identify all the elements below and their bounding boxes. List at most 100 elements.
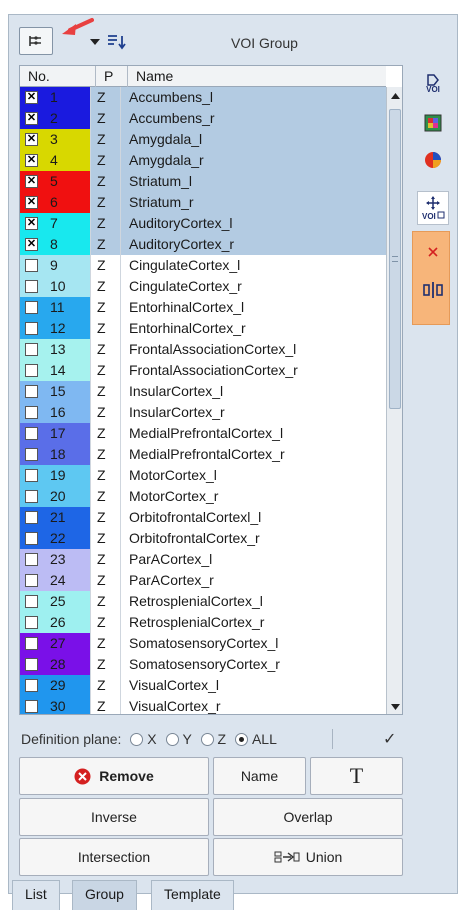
visibility-checkbox[interactable]: ✕ — [25, 217, 38, 230]
visibility-checkbox[interactable] — [25, 616, 38, 629]
move-voi-button[interactable]: VOI — [417, 191, 449, 225]
visibility-checkbox[interactable] — [25, 679, 38, 692]
radio-y[interactable] — [165, 733, 179, 746]
voi-color-swatch[interactable]: 27 — [20, 633, 90, 654]
voi-color-swatch[interactable]: 14 — [20, 360, 90, 381]
table-row[interactable]: ✕ 8 Z AuditoryCortex_r — [20, 234, 386, 255]
union-button[interactable]: Union — [213, 838, 403, 876]
table-row[interactable]: 13 Z FrontalAssociationCortex_l — [20, 339, 386, 360]
table-row[interactable]: 10 Z CingulateCortex_r — [20, 276, 386, 297]
visibility-checkbox[interactable]: ✕ — [25, 196, 38, 209]
voi-color-swatch[interactable]: ✕ 7 — [20, 213, 90, 234]
voi-color-swatch[interactable]: 11 — [20, 297, 90, 318]
table-row[interactable]: 17 Z MedialPrefrontalCortex_l — [20, 423, 386, 444]
column-header-p[interactable]: P — [96, 66, 128, 87]
voi-color-swatch[interactable]: ✕ 5 — [20, 171, 90, 192]
table-row[interactable]: 30 Z VisualCortex_r — [20, 696, 386, 714]
voi-color-swatch[interactable]: 18 — [20, 444, 90, 465]
voi-color-swatch[interactable]: 22 — [20, 528, 90, 549]
table-row[interactable]: 26 Z RetrosplenialCortex_r — [20, 612, 386, 633]
voi-color-swatch[interactable]: 23 — [20, 549, 90, 570]
visibility-checkbox[interactable]: ✕ — [25, 133, 38, 146]
inverse-button[interactable]: Inverse — [19, 798, 209, 836]
table-row[interactable]: ✕ 5 Z Striatum_l — [20, 171, 386, 192]
table-row[interactable]: 29 Z VisualCortex_l — [20, 675, 386, 696]
scroll-down-icon[interactable] — [387, 698, 402, 714]
remove-button[interactable]: Remove — [19, 757, 209, 795]
visibility-checkbox[interactable] — [25, 658, 38, 671]
name-button[interactable]: Name — [213, 757, 306, 795]
table-row[interactable]: 22 Z OrbitofrontalCortex_r — [20, 528, 386, 549]
table-row[interactable]: 18 Z MedialPrefrontalCortex_r — [20, 444, 386, 465]
column-header-no[interactable]: No. — [20, 66, 96, 87]
sort-icon[interactable] — [106, 31, 128, 53]
visibility-checkbox[interactable] — [25, 385, 38, 398]
voi-color-swatch[interactable]: 21 — [20, 507, 90, 528]
voi-color-swatch[interactable]: ✕ 6 — [20, 192, 90, 213]
table-row[interactable]: 11 Z EntorhinalCortex_l — [20, 297, 386, 318]
visibility-checkbox[interactable] — [25, 532, 38, 545]
radio-all[interactable] — [234, 733, 248, 746]
visibility-checkbox[interactable] — [25, 280, 38, 293]
tab-template[interactable]: Template — [151, 880, 234, 910]
pie-chart-icon[interactable] — [417, 145, 449, 175]
table-row[interactable]: ✕ 2 Z Accumbens_r — [20, 108, 386, 129]
table-row[interactable]: ✕ 4 Z Amygdala_r — [20, 150, 386, 171]
voi-color-swatch[interactable]: 17 — [20, 423, 90, 444]
voi-color-swatch[interactable]: ✕ 4 — [20, 150, 90, 171]
visibility-checkbox[interactable]: ✕ — [25, 175, 38, 188]
voi-color-swatch[interactable]: 28 — [20, 654, 90, 675]
voi-color-swatch[interactable]: 24 — [20, 570, 90, 591]
table-row[interactable]: ✕ 1 Z Accumbens_l — [20, 87, 386, 108]
intersection-button[interactable]: Intersection — [19, 838, 209, 876]
visibility-checkbox[interactable] — [25, 574, 38, 587]
table-row[interactable]: 23 Z ParACortex_l — [20, 549, 386, 570]
visibility-checkbox[interactable]: ✕ — [25, 238, 38, 251]
split-icon[interactable] — [417, 275, 449, 305]
group-settings-button[interactable] — [19, 27, 53, 55]
table-row[interactable]: 20 Z MotorCortex_r — [20, 486, 386, 507]
voi-color-swatch[interactable]: 12 — [20, 318, 90, 339]
tab-list[interactable]: List — [12, 880, 60, 910]
table-row[interactable]: 14 Z FrontalAssociationCortex_r — [20, 360, 386, 381]
visibility-checkbox[interactable] — [25, 427, 38, 440]
checkmark-icon[interactable]: ✓ — [383, 729, 396, 749]
voi-color-swatch[interactable]: 26 — [20, 612, 90, 633]
voi-color-swatch[interactable]: 30 — [20, 696, 90, 714]
voi-color-swatch[interactable]: ✕ 8 — [20, 234, 90, 255]
tab-group[interactable]: Group — [72, 880, 137, 910]
visibility-checkbox[interactable] — [25, 511, 38, 524]
voi-icon[interactable]: VOI — [417, 69, 449, 99]
voi-color-swatch[interactable]: 25 — [20, 591, 90, 612]
voi-color-swatch[interactable]: 9 — [20, 255, 90, 276]
visibility-checkbox[interactable]: ✕ — [25, 154, 38, 167]
visibility-checkbox[interactable] — [25, 490, 38, 503]
scrollbar-thumb[interactable] — [389, 109, 401, 409]
voi-color-swatch[interactable]: 20 — [20, 486, 90, 507]
close-icon[interactable] — [417, 237, 449, 267]
visibility-checkbox[interactable] — [25, 301, 38, 314]
text-button[interactable]: T — [310, 757, 403, 795]
voi-color-swatch[interactable]: 10 — [20, 276, 90, 297]
visibility-checkbox[interactable] — [25, 259, 38, 272]
table-row[interactable]: 28 Z SomatosensoryCortex_r — [20, 654, 386, 675]
table-row[interactable]: 19 Z MotorCortex_l — [20, 465, 386, 486]
visibility-checkbox[interactable] — [25, 364, 38, 377]
dropdown-arrow-icon[interactable] — [84, 31, 106, 53]
voi-color-swatch[interactable]: ✕ 1 — [20, 87, 90, 108]
voi-color-swatch[interactable]: 15 — [20, 381, 90, 402]
colormap-icon[interactable] — [417, 108, 449, 138]
table-row[interactable]: 25 Z RetrosplenialCortex_l — [20, 591, 386, 612]
visibility-checkbox[interactable]: ✕ — [25, 112, 38, 125]
visibility-checkbox[interactable] — [25, 469, 38, 482]
voi-color-swatch[interactable]: 13 — [20, 339, 90, 360]
table-row[interactable]: 16 Z InsularCortex_r — [20, 402, 386, 423]
table-scrollbar[interactable] — [386, 87, 402, 714]
visibility-checkbox[interactable] — [25, 700, 38, 713]
voi-color-swatch[interactable]: ✕ 3 — [20, 129, 90, 150]
voi-color-swatch[interactable]: 29 — [20, 675, 90, 696]
table-row[interactable]: 15 Z InsularCortex_l — [20, 381, 386, 402]
radio-x[interactable] — [130, 733, 144, 746]
voi-color-swatch[interactable]: ✕ 2 — [20, 108, 90, 129]
visibility-checkbox[interactable] — [25, 637, 38, 650]
